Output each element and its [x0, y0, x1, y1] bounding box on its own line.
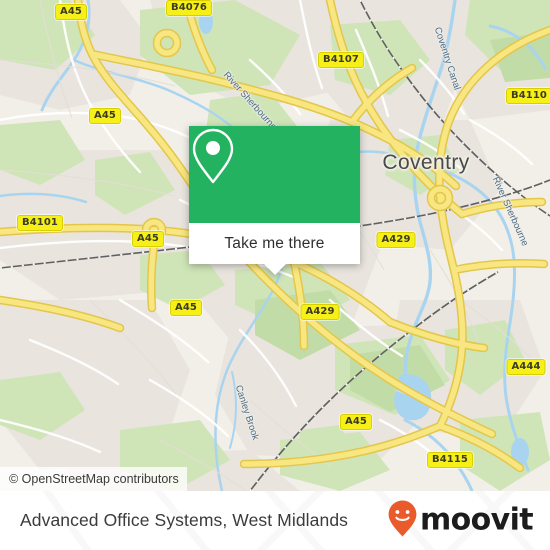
road-shield-a45-south[interactable]: A45	[340, 414, 372, 430]
road-shield-a45-west[interactable]: A45	[132, 231, 164, 247]
road-shield-b4110[interactable]: B4110	[506, 88, 550, 104]
location-title: Advanced Office Systems, West Midlands	[20, 510, 349, 530]
moovit-brand[interactable]: moovit	[387, 499, 534, 542]
osm-attribution[interactable]: © OpenStreetMap contributors	[0, 467, 187, 491]
map-place-label-coventry: Coventry	[382, 151, 470, 174]
take-me-there-button[interactable]: Take me there	[189, 223, 360, 264]
road-shield-a45-north[interactable]: A45	[55, 4, 87, 20]
footer-bar: Advanced Office Systems, West Midlands m…	[0, 491, 550, 550]
road-shield-a45-southwest[interactable]: A45	[170, 300, 202, 316]
moovit-wordmark: moovit	[419, 502, 534, 538]
road-shield-b4076[interactable]: B4076	[166, 0, 212, 16]
callout-pin-panel	[189, 126, 360, 223]
road-shield-a45-northwest[interactable]: A45	[89, 108, 121, 124]
road-shield-b4115[interactable]: B4115	[427, 452, 473, 468]
road-shield-b4101[interactable]: B4101	[17, 215, 63, 231]
road-shield-a429-east[interactable]: A429	[376, 232, 416, 248]
map-canvas[interactable]: Coventry Coventry Canal River Sherbourne…	[0, 0, 550, 491]
map-screenshot: Coventry Coventry Canal River Sherbourne…	[0, 0, 550, 550]
road-shield-b4107[interactable]: B4107	[318, 52, 364, 68]
road-shield-a429-south[interactable]: A429	[300, 304, 340, 320]
callout-tail	[263, 264, 286, 275]
take-me-there-callout[interactable]: Take me there	[189, 126, 360, 275]
moovit-smiley-pin-icon	[387, 499, 418, 542]
road-shield-a444[interactable]: A444	[506, 359, 546, 375]
